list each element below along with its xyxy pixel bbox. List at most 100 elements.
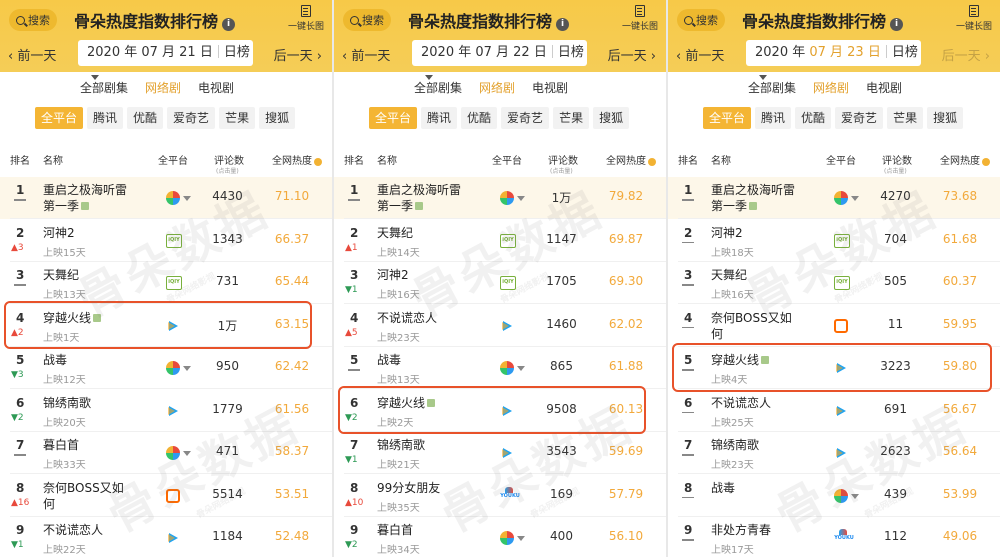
platform-chip[interactable]: 爱奇艺 [167, 107, 216, 129]
table-row[interactable]: 8 战毒 439 53.99 [668, 475, 1000, 517]
rank-number: 6 [350, 395, 359, 410]
platform-filter: 全平台 腾讯 优酷 爱奇艺 芒果 搜狐 [369, 107, 630, 129]
table-row[interactable]: 6 ▼2 穿越火线 上映2天 9508 60.13 [334, 390, 666, 432]
col-rank: 排名 [10, 156, 30, 167]
table-row[interactable]: 1 重启之极海听雷第一季 4430 71.10 [0, 177, 332, 219]
info-icon[interactable]: i [556, 18, 570, 31]
next-day-button[interactable]: 后一天 › [608, 45, 656, 64]
table-row[interactable]: 7 ▼1 锦绣南歌 上映21天 3543 59.69 [334, 432, 666, 474]
heat-value: 66.37 [274, 231, 310, 246]
table-row[interactable]: 5 ▼3 战毒 上映12天 950 62.42 [0, 347, 332, 389]
chevron-down-icon[interactable] [183, 196, 191, 201]
tab-1[interactable]: 全部剧集 [80, 79, 128, 96]
date-selector[interactable]: 2020 年 07 月 23 日日榜 [746, 40, 921, 80]
tab-2[interactable]: 网络剧 [145, 79, 181, 96]
table-row[interactable]: 4 奈何BOSS又如何 11 59.95 [668, 305, 1000, 347]
platform-chip[interactable]: 爱奇艺 [835, 107, 884, 129]
chevron-down-icon[interactable] [517, 536, 525, 541]
platform-chip[interactable]: 优酷 [127, 107, 164, 129]
prev-day-button[interactable]: ‹ 前一天 [676, 45, 724, 64]
rank-change: ▼2 [345, 540, 358, 550]
chevron-down-icon[interactable] [851, 493, 859, 499]
table-row[interactable]: 1 重启之极海听雷第一季 4270 73.68 [668, 177, 1000, 219]
tab-3[interactable]: 电视剧 [532, 79, 568, 96]
table-row[interactable]: 5 战毒 上映13天 865 61.88 [334, 347, 666, 389]
table-row[interactable]: 9 非处方青春 上映17天 YOUKU 112 49.06 [668, 517, 1000, 557]
tab-2[interactable]: 网络剧 [813, 79, 849, 96]
next-day-button[interactable]: 后一天 › [274, 45, 322, 64]
chevron-down-icon[interactable] [183, 451, 191, 456]
platform-chip[interactable]: 搜狐 [259, 107, 296, 129]
platform-chip[interactable]: 芒果 [553, 107, 590, 129]
tab-2[interactable]: 网络剧 [479, 79, 515, 96]
platform-chip[interactable]: 腾讯 [421, 107, 458, 129]
table-row[interactable]: 2 河神2 上映18天 iQIY 704 61.68 [668, 220, 1000, 262]
prev-day-button[interactable]: ‹ 前一天 [8, 45, 56, 64]
tab-1[interactable]: 全部剧集 [414, 79, 462, 96]
table-row[interactable]: 4 ▲2 穿越火线 上映1天 1万 63.15 [0, 305, 332, 347]
platform-chip[interactable]: 腾讯 [87, 107, 124, 129]
table-row[interactable]: 3 ▼1 河神2 上映16天 iQIY 1705 69.30 [334, 262, 666, 304]
date-selector[interactable]: 2020 年 07 月 22 日日榜 [412, 40, 587, 80]
date-separator [551, 45, 553, 58]
table-row[interactable]: 3 天舞纪 上映13天 iQIY 731 65.44 [0, 262, 332, 304]
rank-unchanged-mark [682, 199, 694, 201]
heat-value: 62.42 [274, 359, 310, 373]
chevron-down-icon[interactable] [851, 196, 859, 201]
longshot-button[interactable]: 一键长图 [288, 5, 324, 32]
chevron-down-icon[interactable] [517, 196, 525, 201]
platform-chip[interactable]: 全平台 [35, 107, 84, 129]
platform-filter: 全平台 腾讯 优酷 爱奇艺 芒果 搜狐 [35, 107, 296, 129]
table-row[interactable]: 9 ▼1 不说谎恋人 上映22天 1184 52.48 [0, 517, 332, 557]
col-heat[interactable]: 全网热度 [606, 152, 656, 167]
table-row[interactable]: 6 ▼2 锦绣南歌 上映20天 1779 61.56 [0, 390, 332, 432]
table-row[interactable]: 8 ▲10 99分女朋友 上映35天 YOUKU 169 57.79 [334, 475, 666, 517]
longshot-button[interactable]: 一键长图 [956, 5, 992, 32]
col-heat[interactable]: 全网热度 [940, 152, 990, 167]
table-row[interactable]: 8 ▲16 奈何BOSS又如何 5514 53.51 [0, 475, 332, 517]
table-row[interactable]: 6 不说谎恋人 上映25天 691 56.67 [668, 390, 1000, 432]
table-row[interactable]: 1 重启之极海听雷第一季 1万 79.82 [334, 177, 666, 219]
platform-chip[interactable]: 全平台 [369, 107, 418, 129]
prev-day-button[interactable]: ‹ 前一天 [342, 45, 390, 64]
platform-chip[interactable]: 腾讯 [755, 107, 792, 129]
platform-chip[interactable]: 芒果 [219, 107, 256, 129]
heat-value: 63.15 [274, 316, 310, 331]
search-button[interactable]: 搜索 [9, 9, 57, 31]
platform-filter: 全平台 腾讯 优酷 爱奇艺 芒果 搜狐 [703, 107, 964, 129]
days-released: 上映34天 [377, 545, 420, 556]
search-button[interactable]: 搜索 [677, 9, 725, 31]
table-row[interactable]: 7 锦绣南歌 上映23天 2623 56.64 [668, 432, 1000, 474]
platform-chip[interactable]: 搜狐 [593, 107, 630, 129]
col-heat[interactable]: 全网热度 [272, 152, 322, 167]
info-icon[interactable]: i [222, 18, 236, 31]
table-row[interactable]: 7 暮白首 上映33天 471 58.37 [0, 432, 332, 474]
heat-value: 61.88 [608, 359, 644, 373]
platform-chip[interactable]: 搜狐 [927, 107, 964, 129]
document-icon [634, 5, 645, 17]
tab-3[interactable]: 电视剧 [866, 79, 902, 96]
platform-chip[interactable]: 优酷 [461, 107, 498, 129]
youku-icon: YOUKU [500, 486, 520, 503]
table-row[interactable]: 4 ▲5 不说谎恋人 上映23天 1460 62.02 [334, 305, 666, 347]
date-selector[interactable]: 2020 年 07 月 21 日日榜 [78, 40, 253, 80]
table-row[interactable]: 5 穿越火线 上映4天 3223 59.80 [668, 347, 1000, 389]
heat-value: 52.48 [274, 529, 310, 543]
platform-chip[interactable]: 优酷 [795, 107, 832, 129]
platform-chip[interactable]: 芒果 [887, 107, 924, 129]
platform-chip[interactable]: 全平台 [703, 107, 752, 129]
table-row[interactable]: 2 ▲3 河神2 上映15天 iQIY 1343 66.37 [0, 220, 332, 262]
table-row[interactable]: 3 天舞纪 上映16天 iQIY 505 60.37 [668, 262, 1000, 304]
tab-1[interactable]: 全部剧集 [748, 79, 796, 96]
table-row[interactable]: 9 ▼2 暮白首 上映34天 400 56.10 [334, 517, 666, 557]
table-row[interactable]: 2 ▲1 天舞纪 上映14天 iQIY 1147 69.87 [334, 220, 666, 262]
heat-value: 73.68 [942, 189, 978, 203]
longshot-button[interactable]: 一键长图 [622, 5, 658, 32]
search-button[interactable]: 搜索 [343, 9, 391, 31]
rank-number: 3 [350, 268, 359, 282]
chevron-down-icon[interactable] [517, 366, 525, 371]
tab-3[interactable]: 电视剧 [198, 79, 234, 96]
chevron-down-icon[interactable] [183, 366, 191, 371]
platform-chip[interactable]: 爱奇艺 [501, 107, 550, 129]
info-icon[interactable]: i [890, 18, 904, 31]
